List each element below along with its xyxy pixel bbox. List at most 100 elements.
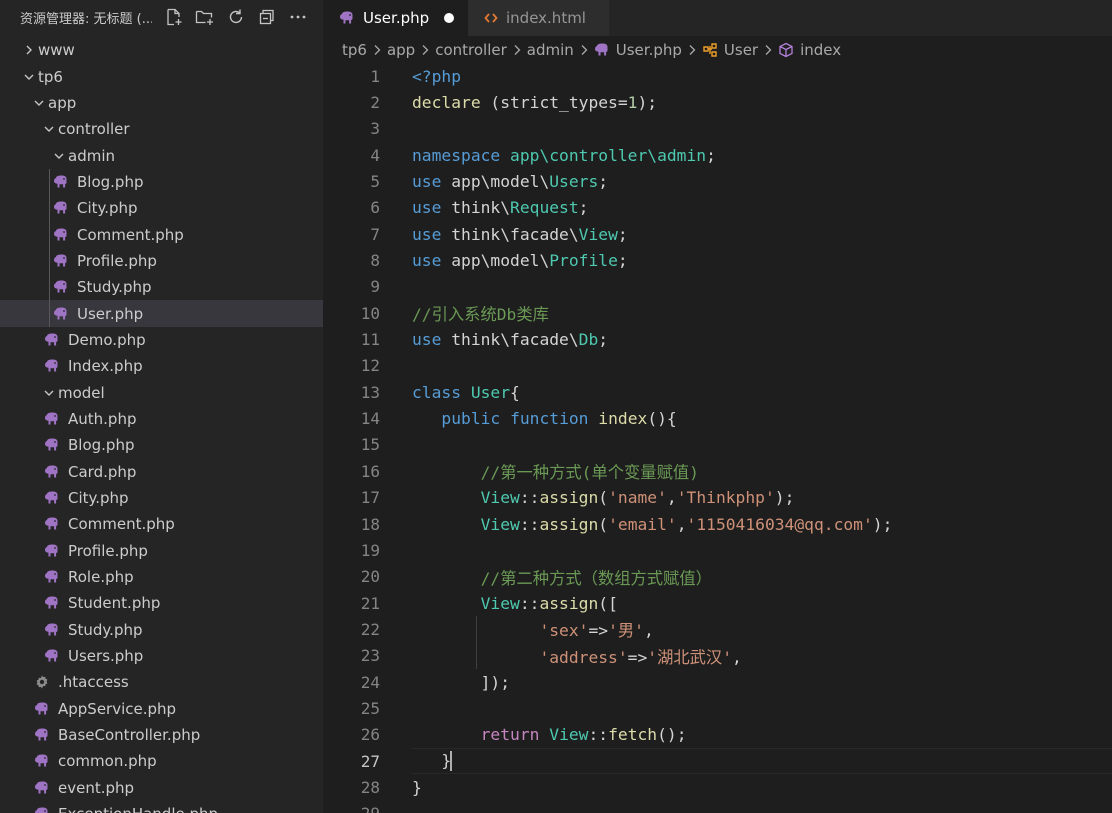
tree-file[interactable]: Blog.php [0, 168, 323, 196]
tree-folder-app[interactable]: app [0, 90, 323, 116]
tab-user-php[interactable]: User.php [323, 0, 468, 36]
code-line[interactable]: 14 public function index(){ [323, 405, 1112, 431]
code-line[interactable]: 15 [323, 432, 1112, 458]
tree-item-label: Blog.php [77, 172, 144, 191]
code-text: use app\model\Profile; [412, 251, 628, 270]
code-line[interactable]: 12 [323, 353, 1112, 379]
tree-file[interactable]: Auth.php [0, 406, 323, 432]
chevron-down-icon [52, 149, 66, 163]
unsaved-dot-icon[interactable] [444, 13, 454, 23]
code-line[interactable]: 6 use think\Request; [323, 195, 1112, 221]
breadcrumb-item[interactable]: tp6 [342, 41, 367, 59]
tree-file[interactable]: .htaccess [0, 669, 323, 695]
tree-file[interactable]: User.php [0, 300, 323, 328]
code-line[interactable]: 28} [323, 774, 1112, 800]
code-token: class [412, 382, 462, 402]
tree-item-label: Card.php [68, 462, 137, 481]
tree-file[interactable]: Role.php [0, 564, 323, 590]
code-token: 1 [627, 93, 638, 113]
tree-file[interactable]: Study.php [0, 274, 323, 301]
breadcrumb-item[interactable]: controller [435, 41, 507, 59]
tree-file[interactable]: event.php [0, 775, 323, 801]
code-editor[interactable]: 1 <?php 2 declare (strict_types=1); 3 4 namesp… [323, 63, 1112, 813]
tree-file[interactable]: Profile.php [0, 538, 323, 564]
breadcrumb-item[interactable]: index [800, 41, 841, 59]
code-token: , [732, 647, 742, 667]
code-line[interactable]: 23 'address'=>'湖北武汉', [323, 642, 1112, 669]
collapse-all-icon[interactable] [251, 6, 282, 28]
php-elephant-icon [43, 595, 61, 611]
code-token: use [412, 198, 442, 218]
php-elephant-icon [33, 701, 51, 717]
code-line[interactable]: 17 View::assign('name','Thinkphp'); [323, 485, 1112, 511]
tree-file[interactable]: Profile.php [0, 247, 323, 275]
code-line[interactable]: 21 View::assign([ [323, 590, 1112, 616]
more-icon[interactable] [282, 6, 313, 28]
code-line[interactable]: 19 [323, 537, 1112, 563]
tree-file[interactable]: BaseController.php [0, 722, 323, 748]
new-file-icon[interactable] [158, 6, 189, 28]
tab-index-html[interactable]: index.html [468, 0, 609, 36]
code-line[interactable]: 16 //第一种方式(单个变量赋值) [323, 458, 1112, 484]
code-line[interactable]: 27 } [323, 747, 1112, 775]
code-line[interactable]: 26 return View::fetch(); [323, 722, 1112, 748]
code-line[interactable]: 10 //引入系统Db类库 [323, 300, 1112, 326]
tree-item-label: .htaccess [58, 673, 129, 692]
code-token: Profile [549, 251, 618, 271]
code-text: class User{ [412, 383, 520, 402]
tree-file[interactable]: Study.php [0, 617, 323, 643]
tree-folder-admin[interactable]: admin [0, 142, 323, 168]
code-line[interactable]: 4 namespace app\controller\admin; [323, 142, 1112, 168]
tree-folder-model[interactable]: model [0, 379, 323, 405]
tree-item-label: AppService.php [58, 699, 177, 718]
tree-file[interactable]: Student.php [0, 590, 323, 616]
breadcrumb-item[interactable]: User.php [616, 41, 682, 59]
tree-folder-www[interactable]: www [0, 37, 323, 63]
code-line[interactable]: 1 <?php [323, 63, 1112, 89]
tree-file[interactable]: City.php [0, 485, 323, 511]
tree-folder-tp6[interactable]: tp6 [0, 63, 323, 89]
tree-file[interactable]: Comment.php [0, 221, 323, 249]
code-token: User [470, 382, 511, 402]
refresh-icon[interactable] [220, 6, 251, 28]
code-line[interactable]: 8 use app\model\Profile; [323, 247, 1112, 273]
code-token: ; [598, 172, 609, 192]
code-token: 'Thinkphp' [676, 488, 775, 508]
code-token: '男' [608, 621, 644, 641]
tree-file[interactable]: Index.php [0, 353, 323, 379]
chevron-right-icon [22, 43, 36, 57]
code-line[interactable]: 22 'sex'=>'男', [323, 616, 1112, 643]
tree-item-label: common.php [58, 752, 157, 771]
tree-file[interactable]: ExceptionHandle.php [0, 801, 323, 813]
code-line[interactable]: 2 declare (strict_types=1); [323, 89, 1112, 115]
tree-folder-controller[interactable]: controller [0, 116, 323, 142]
tree-file[interactable]: AppService.php [0, 696, 323, 722]
tree-file[interactable]: common.php [0, 748, 323, 774]
tree-file[interactable]: Users.php [0, 643, 323, 669]
breadcrumb-item[interactable]: User [724, 41, 758, 59]
tree-file[interactable]: City.php [0, 195, 323, 222]
code-line[interactable]: 18 View::assign('email','1150416034@qq.c… [323, 511, 1112, 537]
breadcrumb-item[interactable]: admin [527, 41, 574, 59]
tab-bar: User.php index.html [323, 0, 1112, 36]
new-folder-icon[interactable] [189, 6, 220, 28]
tree-file[interactable]: Comment.php [0, 511, 323, 537]
tree-file[interactable]: Card.php [0, 459, 323, 485]
code-line[interactable]: 13 class User{ [323, 379, 1112, 405]
code-line[interactable]: 3 [323, 116, 1112, 142]
tree-file[interactable]: Demo.php [0, 327, 323, 353]
code-line[interactable]: 29 [323, 801, 1112, 813]
tree-item-label: Comment.php [68, 515, 175, 534]
tree-file[interactable]: Blog.php [0, 432, 323, 458]
code-line[interactable]: 25 [323, 695, 1112, 721]
breadcrumb-item[interactable]: app [387, 41, 415, 59]
code-line[interactable]: 9 [323, 274, 1112, 300]
code-line[interactable]: 5 use app\model\Users; [323, 168, 1112, 194]
code-line[interactable]: 20 //第二种方式（数组方式赋值） [323, 564, 1112, 590]
html-brackets-icon [484, 12, 498, 24]
code-line[interactable]: 24 ]); [323, 669, 1112, 695]
code-line[interactable]: 7 use think\facade\View; [323, 221, 1112, 247]
code-token: use [412, 172, 442, 192]
code-line[interactable]: 11 use think\facade\Db; [323, 326, 1112, 352]
